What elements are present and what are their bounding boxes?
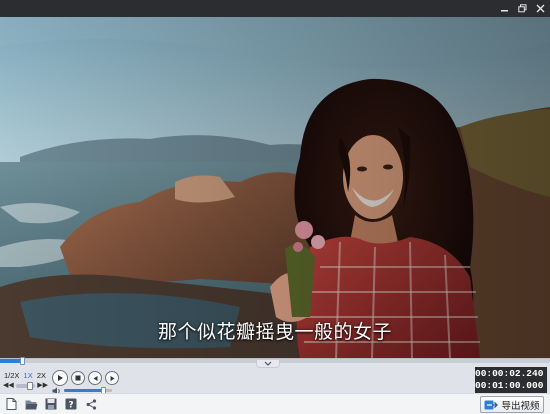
transport-buttons bbox=[52, 370, 119, 386]
progress-fill bbox=[0, 359, 22, 363]
time-readout: 00:00:02.240 00:01:00.000 bbox=[475, 367, 547, 393]
bottom-toolbar: ? 导出视频 bbox=[0, 393, 550, 414]
volume-slider[interactable] bbox=[64, 387, 112, 394]
chevron-down-icon bbox=[264, 361, 272, 366]
speed-option[interactable]: 2X bbox=[37, 370, 46, 381]
current-time: 00:00:02.240 bbox=[475, 368, 544, 379]
speed-thumb[interactable] bbox=[26, 382, 33, 390]
previous-frame-button[interactable] bbox=[88, 371, 102, 385]
total-time: 00:01:00.000 bbox=[475, 380, 544, 391]
progress-thumb[interactable] bbox=[20, 357, 25, 365]
volume-fill bbox=[64, 389, 104, 392]
restore-icon[interactable] bbox=[516, 3, 528, 15]
svg-text:?: ? bbox=[68, 401, 73, 411]
app-window: 那个似花瓣摇曳一般的女子 1/2X 1X 2X ◀◀ ▶▶ 00:00:02.2… bbox=[0, 0, 550, 414]
speed-options: 1/2X 1X 2X bbox=[2, 370, 48, 381]
speed-up-icon[interactable]: ▶▶ bbox=[37, 381, 48, 391]
video-frame-image bbox=[0, 17, 550, 358]
export-video-button[interactable]: 导出视频 bbox=[480, 396, 544, 413]
step-back-icon bbox=[93, 375, 97, 381]
next-frame-button[interactable] bbox=[105, 371, 119, 385]
title-bar bbox=[0, 0, 550, 17]
export-video-label: 导出视频 bbox=[501, 400, 540, 412]
collapse-panel-button[interactable] bbox=[256, 360, 280, 368]
play-icon bbox=[58, 375, 63, 381]
help-icon[interactable]: ? bbox=[64, 397, 78, 411]
speed-slider[interactable]: ◀◀ ▶▶ bbox=[2, 381, 48, 391]
stop-icon bbox=[75, 375, 81, 381]
minimize-icon[interactable] bbox=[498, 3, 510, 15]
window-controls bbox=[498, 0, 546, 17]
export-icon bbox=[484, 400, 499, 409]
stop-button[interactable] bbox=[71, 371, 85, 385]
speed-down-icon[interactable]: ◀◀ bbox=[3, 381, 14, 391]
share-icon[interactable] bbox=[84, 397, 98, 411]
new-file-icon[interactable] bbox=[4, 397, 18, 411]
speed-option[interactable]: 1/2X bbox=[4, 370, 19, 381]
step-forward-icon bbox=[110, 375, 114, 381]
video-preview[interactable]: 那个似花瓣摇曳一般的女子 bbox=[0, 17, 550, 358]
close-icon[interactable] bbox=[534, 3, 546, 15]
speed-track[interactable] bbox=[15, 382, 36, 390]
speed-option[interactable]: 1X bbox=[24, 370, 33, 381]
save-icon[interactable] bbox=[44, 397, 58, 411]
subtitle-text: 那个似花瓣摇曳一般的女子 bbox=[157, 321, 392, 343]
play-button[interactable] bbox=[52, 370, 68, 386]
open-folder-icon[interactable] bbox=[24, 397, 38, 411]
speed-control: 1/2X 1X 2X ◀◀ ▶▶ bbox=[2, 370, 48, 392]
toolbar-icons: ? bbox=[4, 397, 98, 411]
